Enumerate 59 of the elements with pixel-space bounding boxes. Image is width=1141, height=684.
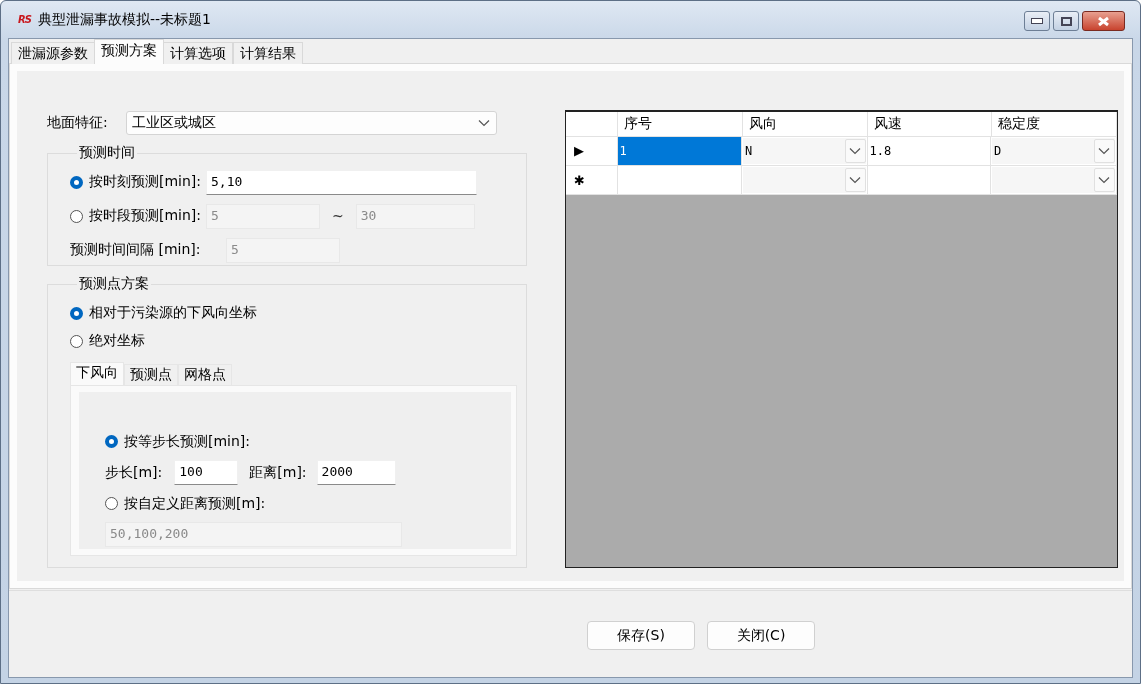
tab[interactable]: 泄漏源参数 — [11, 42, 95, 64]
dropdown-button[interactable] — [844, 168, 866, 192]
row-header: ✱ — [566, 165, 617, 195]
dropdown-button[interactable] — [844, 138, 866, 163]
text-field[interactable]: 2000 — [316, 460, 396, 485]
field-label: 地面特征: — [47, 114, 108, 132]
range-separator: ~ — [332, 208, 344, 224]
column-header: 风向 — [742, 112, 867, 136]
dropdown-button[interactable] — [1093, 138, 1115, 163]
dropdown-cell[interactable]: D — [992, 137, 1115, 164]
chevron-icon — [849, 146, 861, 155]
text-field[interactable]: 100 — [174, 460, 239, 485]
dialog-button[interactable]: 关闭(C) — [707, 621, 815, 650]
tab[interactable]: 计算结果 — [233, 42, 303, 64]
dropdown[interactable]: 工业区或城区 — [126, 111, 497, 135]
minimize-button[interactable] — [1024, 11, 1050, 31]
data-grid[interactable]: 序号 风向 风速 稳定度 ▶ 1 N 1.8 D ✱ — [565, 110, 1118, 568]
tab[interactable]: 网格点 — [178, 364, 232, 385]
maximize-icon — [1060, 16, 1072, 26]
chevron-icon — [478, 119, 490, 127]
chevron-icon — [849, 176, 861, 184]
radio-button[interactable]: 相对于污染源的下风向坐标 — [70, 304, 257, 322]
field-label: 距离[m]: — [249, 463, 307, 482]
field-label: 步长[m]: — [105, 463, 163, 482]
chevron-icon — [1098, 176, 1110, 184]
table-cell[interactable] — [617, 165, 742, 195]
minimize-icon — [1031, 18, 1043, 24]
text-field[interactable]: 5,10 — [206, 169, 477, 195]
close-icon — [1097, 15, 1110, 27]
dropdown-button[interactable] — [1093, 168, 1115, 192]
chevron-icon — [1098, 146, 1110, 155]
dropdown-cell[interactable] — [743, 167, 866, 193]
column-header: 风速 — [867, 112, 991, 136]
group-title: 预测点方案 — [78, 275, 150, 293]
close-button[interactable] — [1082, 11, 1125, 31]
dialog-button[interactable]: 保存(S) — [587, 621, 695, 650]
table-cell[interactable]: 1 — [617, 136, 742, 166]
maximize-button[interactable] — [1053, 11, 1079, 31]
radio-button[interactable]: 按时刻预测[min]: — [70, 173, 206, 191]
table-cell[interactable]: 1.8 — [867, 136, 991, 166]
tab[interactable]: 预测方案 — [94, 39, 164, 64]
field-label: 预测时间间隔 [min]: — [70, 241, 202, 259]
row-header: ▶ — [566, 136, 617, 166]
radio-button[interactable]: 绝对坐标 — [70, 332, 145, 350]
table-cell[interactable] — [867, 165, 991, 195]
app-logo: RS — [18, 14, 31, 25]
tab[interactable]: 预测点 — [124, 364, 178, 385]
radio-button[interactable]: 按时段预测[min]: — [70, 207, 206, 225]
radio-button[interactable]: 按自定义距离预测[m]: — [105, 494, 266, 513]
column-header: 序号 — [617, 112, 742, 136]
tab[interactable]: 下风向 — [70, 362, 124, 385]
radio-button[interactable]: 按等步长预测[min]: — [105, 432, 251, 451]
dropdown-cell[interactable]: N — [743, 137, 866, 164]
group-title: 预测时间 — [78, 144, 136, 162]
dropdown-value: 工业区或城区 — [132, 114, 216, 132]
window-title: 典型泄漏事故模拟--未标题1 — [37, 10, 212, 29]
column-header: 稳定度 — [991, 112, 1116, 136]
tab[interactable]: 计算选项 — [163, 42, 233, 64]
dropdown-cell[interactable] — [992, 167, 1115, 193]
